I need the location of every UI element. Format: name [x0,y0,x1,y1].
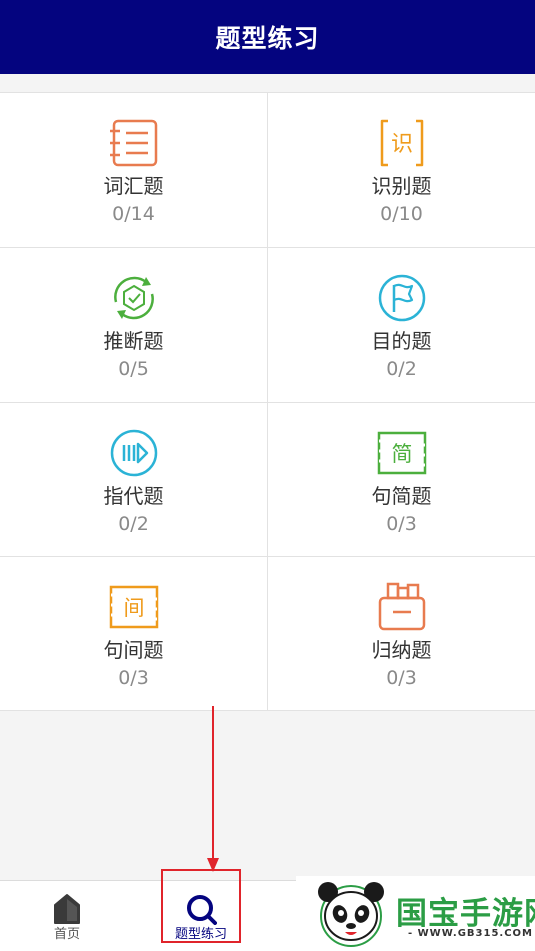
question-type-progress: 0/3 [386,667,417,689]
svg-text:间: 间 [123,596,144,620]
sentence-simplify-icon: 简 [376,427,428,479]
tab-question-practice[interactable]: 题型练习 [160,881,242,951]
watermark: 国宝手游网 - WWW.GB315.COM - [296,876,535,951]
tab-label: 题型练习 [174,927,227,942]
question-type-progress: 0/2 [386,358,417,380]
app-header: 题型练习 [0,0,535,74]
tab-home[interactable]: 首页 [30,881,104,951]
question-type-name: 词汇题 [103,174,164,198]
question-type-inference[interactable]: 推断题 0/5 [0,248,267,402]
question-type-grid: 词汇题 0/14 识 识别题 0/10 推断题 0/5 目的题 0/2 指代题 … [0,92,535,711]
panda-logo-icon [314,878,388,950]
question-type-name: 句间题 [103,638,164,662]
question-type-name: 指代题 [103,484,164,508]
home-icon [51,893,83,925]
question-type-progress: 0/3 [118,667,149,689]
question-type-recognition[interactable]: 识 识别题 0/10 [268,93,535,247]
question-type-vocabulary[interactable]: 词汇题 0/14 [0,93,267,247]
question-type-progress: 0/3 [386,513,417,535]
question-type-progress: 0/5 [118,358,149,380]
svg-text:识: 识 [390,132,412,157]
summary-box-icon [376,581,428,633]
question-type-name: 推断题 [103,329,164,353]
question-type-progress: 0/10 [380,203,423,225]
watermark-url: - WWW.GB315.COM - [408,928,535,939]
page-title: 题型练习 [215,24,320,53]
svg-text:简: 简 [391,442,412,466]
question-type-progress: 0/14 [112,203,155,225]
question-type-name: 归纳题 [371,638,432,662]
recognition-icon: 识 [376,117,428,169]
search-icon [185,893,217,925]
question-type-summary[interactable]: 归纳题 0/3 [268,557,535,711]
inference-cycle-icon [108,272,160,324]
question-type-reference[interactable]: 指代题 0/2 [0,403,267,557]
question-type-purpose[interactable]: 目的题 0/2 [268,248,535,402]
question-type-name: 目的题 [371,329,432,353]
question-type-sentence-simplify[interactable]: 简 句简题 0/3 [268,403,535,557]
sentence-between-icon: 间 [108,581,160,633]
question-type-sentence-between[interactable]: 间 句间题 0/3 [0,557,267,711]
question-type-name: 识别题 [371,174,432,198]
purpose-flag-icon [376,272,428,324]
question-type-progress: 0/2 [118,513,149,535]
watermark-title: 国宝手游网 [396,896,535,932]
tab-label: 首页 [53,927,80,942]
question-type-name: 句简题 [371,484,432,508]
vocabulary-list-icon [108,117,160,169]
reference-play-icon [108,427,160,479]
